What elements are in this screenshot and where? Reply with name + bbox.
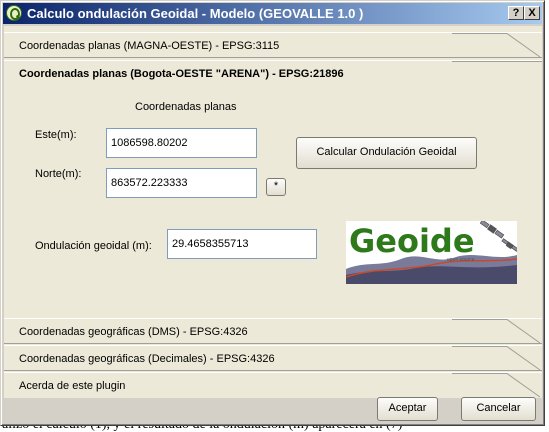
- section-tab-edge: [452, 61, 542, 62]
- section-tab-edge: [452, 33, 542, 58]
- star-button[interactable]: *: [266, 178, 286, 196]
- close-button[interactable]: X: [524, 6, 540, 20]
- section-bogota-oeste-arena[interactable]: Coordenadas planas (Bogota-OESTE "ARENA"…: [4, 60, 542, 86]
- section-tab-edge: [452, 373, 541, 398]
- geoid-dialog-window: Calculo ondulación Geoidal - Modelo (GEO…: [0, 0, 545, 426]
- este-label: Este(m):: [35, 129, 77, 141]
- section-tab-edge: [452, 346, 542, 371]
- accept-button[interactable]: Aceptar: [377, 397, 438, 421]
- screen: alizo el calculo (1), y el resultado de …: [0, 0, 549, 432]
- bogota-panel: Coordenadas planas Este(m): Norte(m): * …: [4, 86, 542, 318]
- section-about-label: Acerda de este plugin: [19, 380, 126, 392]
- calculate-geoid-button[interactable]: Calcular Ondulación Geoidal: [296, 137, 477, 169]
- section-geograficas-decimales[interactable]: Coordenadas geográficas (Decimales) - EP…: [4, 345, 542, 371]
- title-bar[interactable]: Calculo ondulación Geoidal - Modelo (GEO…: [3, 3, 542, 24]
- geoide-logo-subtext: open source: [447, 257, 475, 263]
- norte-input[interactable]: [106, 168, 257, 198]
- section-magna-oeste-label: Coordenadas planas (MAGNA-OESTE) - EPSG:…: [19, 40, 280, 52]
- geoide-logo-text: Geoide: [349, 222, 475, 260]
- section-dms-label: Coordenadas geográficas (DMS) - EPSG:432…: [19, 326, 248, 338]
- geoide-logo: Geoide open source: [346, 221, 517, 284]
- section-geograficas-dms[interactable]: Coordenadas geográficas (DMS) - EPSG:432…: [4, 318, 542, 344]
- qgis-app-icon: [6, 5, 22, 21]
- window-title: Calculo ondulación Geoidal - Modelo (GEO…: [27, 6, 364, 21]
- panel-heading: Coordenadas planas: [135, 101, 237, 113]
- dialog-client-area: Coordenadas planas (MAGNA-OESTE) - EPSG:…: [4, 26, 542, 398]
- ondulacion-label: Ondulación geoidal (m):: [35, 240, 152, 252]
- cancel-button[interactable]: Cancelar: [461, 397, 536, 421]
- section-bogota-oeste-label: Coordenadas planas (Bogota-OESTE "ARENA"…: [19, 68, 344, 80]
- ondulacion-output[interactable]: [167, 229, 317, 259]
- section-about-plugin[interactable]: Acerda de este plugin: [4, 372, 542, 398]
- section-decimales-label: Coordenadas geográficas (Decimales) - EP…: [19, 353, 275, 365]
- este-input[interactable]: [106, 128, 257, 158]
- section-tab-edge: [452, 319, 542, 344]
- norte-label: Norte(m):: [35, 168, 82, 180]
- section-magna-oeste[interactable]: Coordenadas planas (MAGNA-OESTE) - EPSG:…: [4, 32, 542, 58]
- help-button[interactable]: ?: [508, 6, 524, 20]
